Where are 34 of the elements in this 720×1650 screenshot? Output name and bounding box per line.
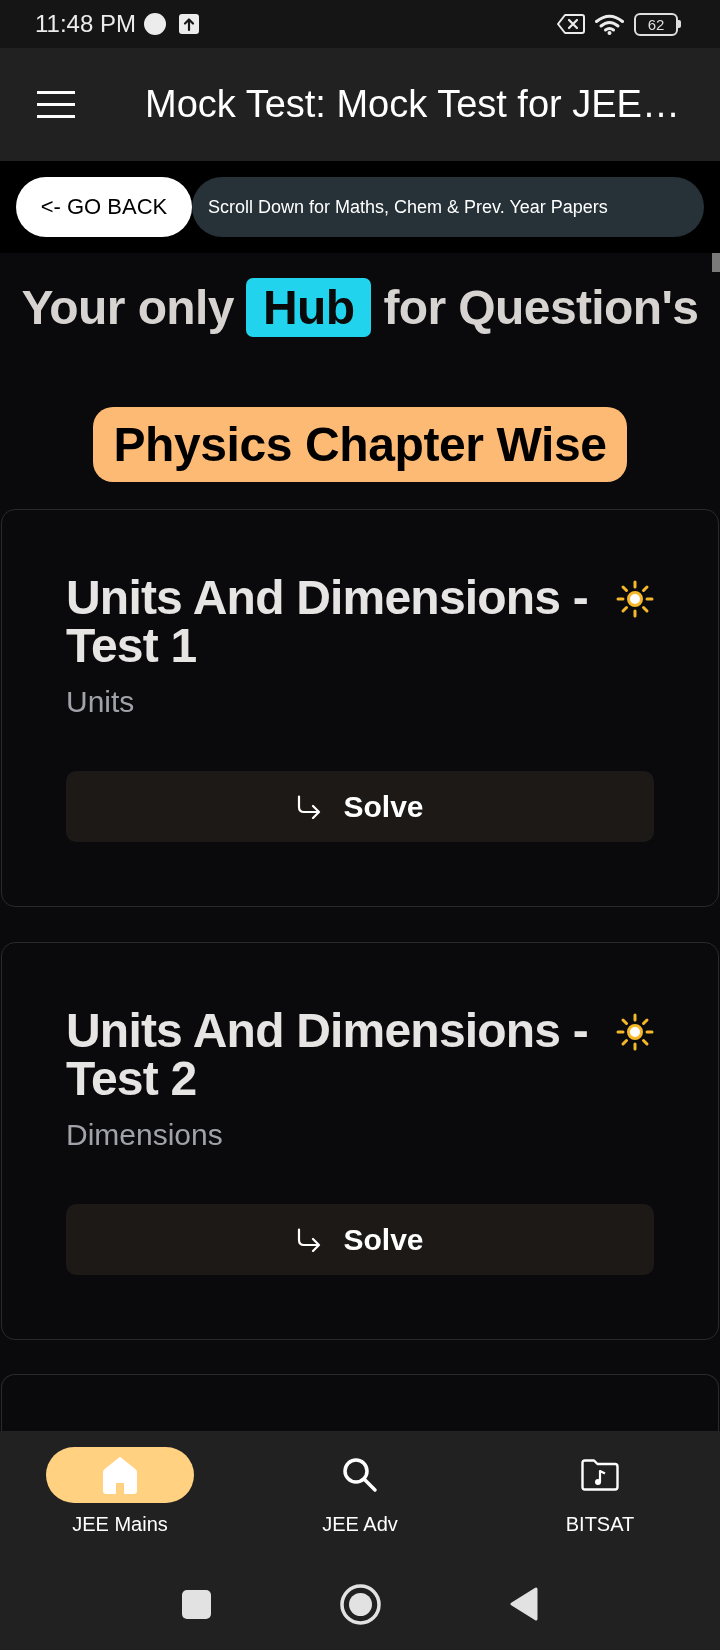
circle-icon — [143, 13, 166, 35]
upload-icon — [178, 14, 199, 34]
menu-icon[interactable] — [37, 91, 75, 118]
sun-icon — [616, 580, 654, 618]
test-title: Units And Dimensions - Test 2 — [66, 1007, 589, 1103]
highlighted-word: Hub — [245, 278, 372, 337]
music-folder-icon — [580, 1459, 620, 1491]
page-title: Mock Test: Mock Test for JEE… — [145, 83, 680, 126]
test-title: Units And Dimensions - Test 1 — [66, 574, 589, 670]
wifi-icon — [595, 13, 624, 35]
go-back-button[interactable]: <- GO BACK — [16, 177, 192, 237]
battery-indicator: 62 — [634, 12, 681, 36]
nav-tab[interactable]: JEE Mains — [46, 1431, 194, 1536]
test-topic: Dimensions — [66, 1117, 224, 1153]
headline-text: Your only — [21, 280, 234, 336]
search-icon — [342, 1457, 378, 1493]
section-label: Physics Chapter Wise — [93, 407, 627, 482]
scrollbar-thumb — [712, 253, 720, 272]
info-banner: Scroll Down for Maths, Chem & Prev. Year Papers — [192, 177, 704, 237]
status-time: 11:48 PM — [35, 10, 136, 38]
solve-button[interactable]: Solve — [66, 771, 654, 842]
home-button[interactable] — [340, 1583, 381, 1625]
solve-button[interactable]: Solve — [66, 1204, 654, 1275]
nav-tab[interactable]: JEE Adv — [286, 1431, 434, 1536]
turn-arrow-icon — [296, 794, 323, 819]
home-icon — [46, 1447, 194, 1503]
nav-tab[interactable]: BITSAT — [526, 1431, 674, 1536]
tag-x-icon — [557, 14, 585, 34]
recent-apps-button[interactable] — [182, 1589, 211, 1619]
turn-arrow-icon — [296, 1227, 323, 1252]
test-topic: Units — [66, 684, 136, 720]
sun-icon — [616, 1013, 654, 1051]
back-button[interactable] — [510, 1587, 538, 1621]
headline-text: for Question's — [383, 280, 699, 336]
